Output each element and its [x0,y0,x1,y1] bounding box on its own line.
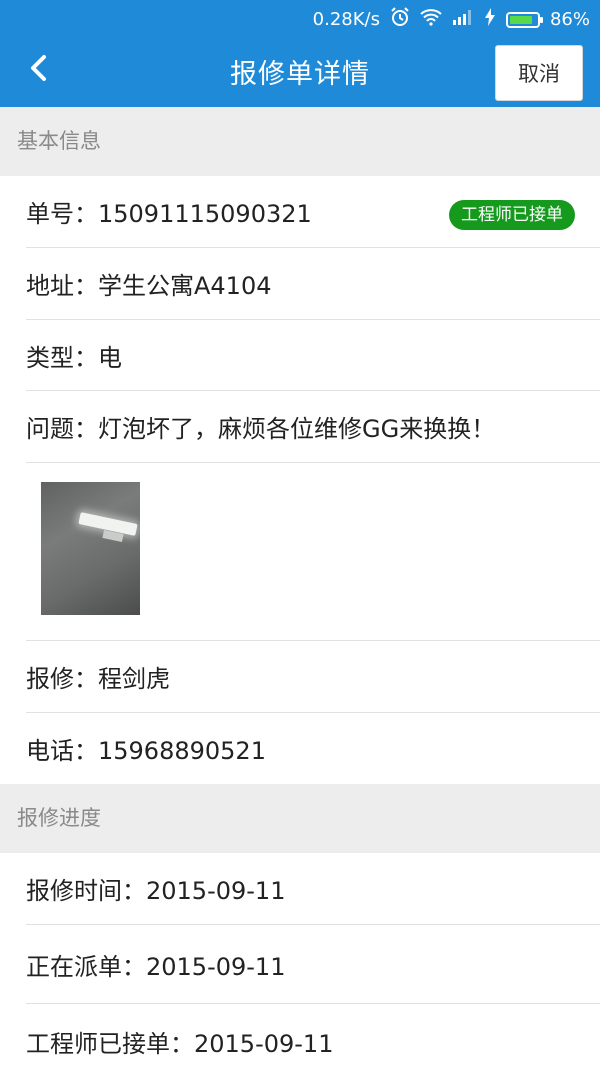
progress-dispatching: 正在派单：2015-09-11 [26,952,286,981]
problem-photo[interactable] [41,482,140,615]
repair-type: 类型：电 [26,343,122,372]
status-badge: 工程师已接单 [449,200,575,230]
reporter-row: 报修：程剑虎 [0,641,600,712]
phone-number[interactable]: 电话：15968890521 [26,731,266,766]
alarm-icon [390,7,410,32]
address: 地址：学生公寓A4104 [26,272,272,300]
phone-row[interactable]: 电话：15968890521 [0,713,600,784]
address-row: 地址：学生公寓A4104 [0,248,600,319]
status-bar-right: 0.28K/s 86% [313,7,590,32]
reporter-name: 报修：程剑虎 [26,665,170,693]
order-number: 单号：15091115090321 [26,200,312,228]
wifi-icon [420,8,442,31]
progress-item: 正在派单：2015-09-11 [0,925,600,1003]
divider [26,462,600,463]
progress-accepted: 工程师已接单：2015-09-11 [26,1029,334,1058]
progress-reported: 报修时间：2015-09-11 [26,877,286,905]
signal-icon [452,8,474,31]
battery-percent: 86% [549,9,590,30]
network-speed: 0.28K/s [312,9,380,30]
problem-row: 问题：灯泡坏了，麻烦各位维修GG来换换！ [0,391,600,462]
battery-icon [505,11,543,28]
progress-item: 报修时间：2015-09-11 [0,853,600,924]
app-header: 报修单详情 取消 [0,34,600,107]
battery-fill [509,15,533,24]
cancel-button[interactable]: 取消 [495,45,583,101]
type-row: 类型：电 [0,320,600,390]
problem-description: 问题：灯泡坏了，麻烦各位维修GG来换换！ [26,415,496,443]
status-bar: 0.28K/s 86% [0,0,600,34]
section-progress: 报修进度 [0,784,600,853]
charging-icon [484,8,496,31]
section-basic-info: 基本信息 [0,107,600,176]
